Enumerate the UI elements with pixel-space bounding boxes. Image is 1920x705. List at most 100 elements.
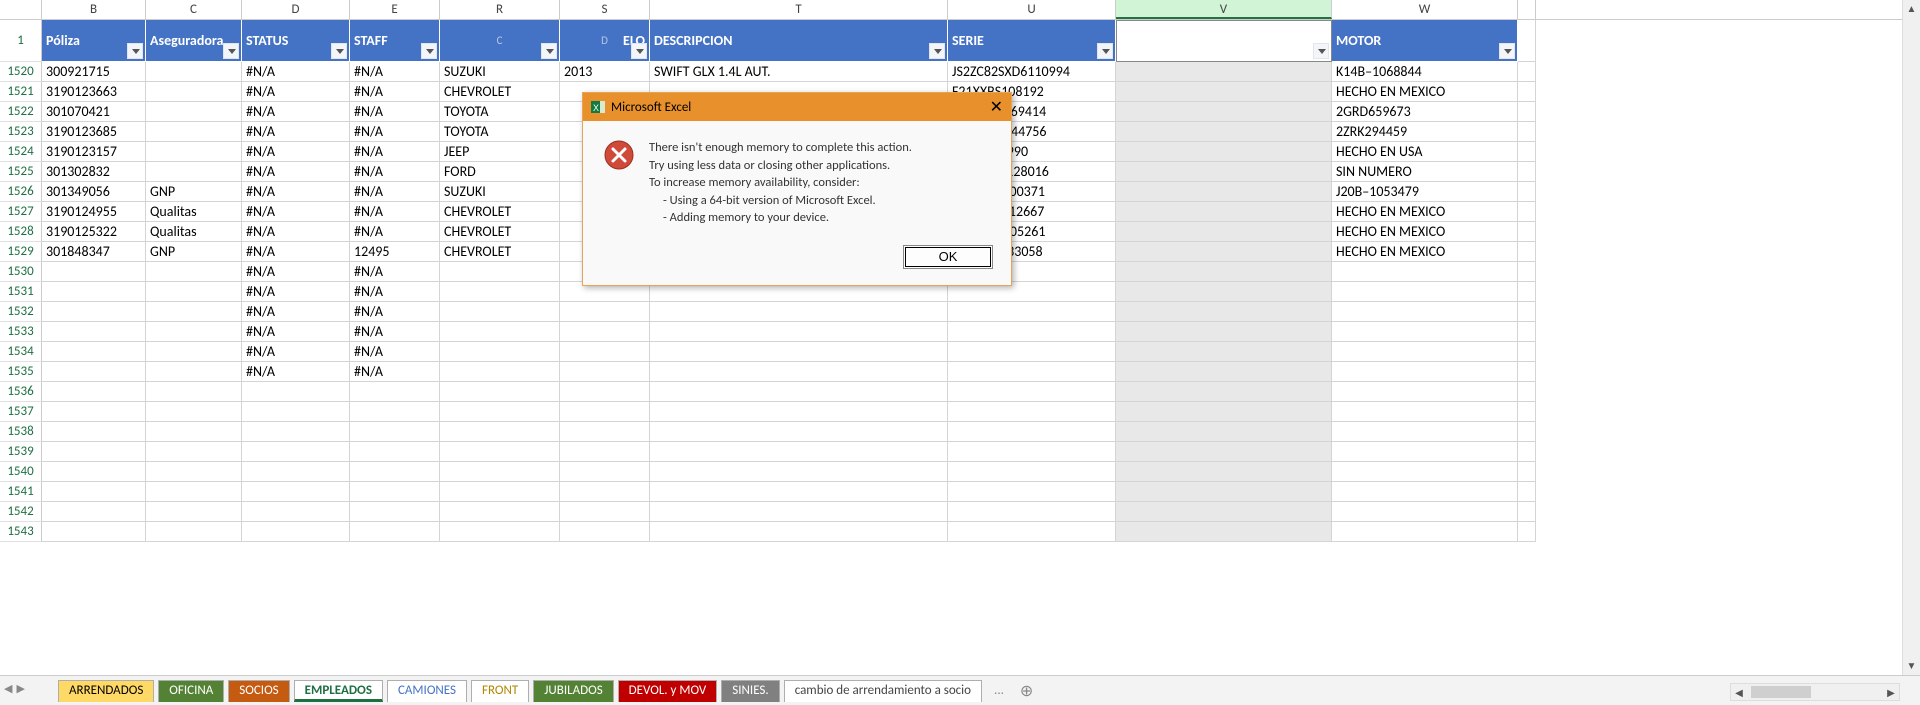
cell[interactable] — [440, 362, 560, 382]
cell[interactable]: #N/A — [242, 302, 350, 322]
cell[interactable]: SWIFT GLX 1.4L AUT. — [650, 62, 948, 82]
header-cell-R[interactable]: C — [440, 20, 560, 62]
sheet-tab-cambio[interactable]: cambio de arrendamiento a socio — [784, 680, 982, 702]
cell[interactable] — [42, 402, 146, 422]
cell[interactable]: #N/A — [350, 182, 440, 202]
cell[interactable] — [1518, 182, 1536, 202]
cell[interactable] — [440, 402, 560, 422]
cell[interactable] — [948, 402, 1116, 422]
col-header-E[interactable]: E — [350, 0, 440, 19]
cell[interactable] — [1116, 322, 1332, 342]
cell[interactable] — [146, 142, 242, 162]
cell[interactable] — [1332, 502, 1518, 522]
cell[interactable] — [650, 322, 948, 342]
cell[interactable] — [1518, 502, 1536, 522]
cell[interactable] — [1518, 402, 1536, 422]
cell[interactable] — [42, 442, 146, 462]
cell[interactable] — [650, 402, 948, 422]
filter-dropdown-icon[interactable] — [541, 43, 557, 59]
cell[interactable] — [1116, 282, 1332, 302]
cell[interactable] — [242, 382, 350, 402]
horizontal-scrollbar[interactable]: ◀▶ — [1730, 683, 1900, 701]
cell[interactable] — [42, 322, 146, 342]
cell[interactable] — [1332, 442, 1518, 462]
cell[interactable] — [242, 502, 350, 522]
row-header[interactable]: 1520 — [0, 62, 42, 82]
cell[interactable] — [1332, 262, 1518, 282]
cell[interactable] — [1116, 162, 1332, 182]
cell[interactable]: HECHO EN MEXICO — [1332, 242, 1518, 262]
cell[interactable] — [242, 422, 350, 442]
col-header-U[interactable]: U — [948, 0, 1116, 19]
cell[interactable] — [242, 402, 350, 422]
cell[interactable] — [146, 462, 242, 482]
cell[interactable] — [1116, 302, 1332, 322]
col-header-W[interactable]: W — [1332, 0, 1518, 19]
cell[interactable]: #N/A — [350, 322, 440, 342]
col-header-V[interactable]: V — [1116, 0, 1332, 19]
cell[interactable] — [560, 502, 650, 522]
cell[interactable] — [560, 342, 650, 362]
cell[interactable] — [948, 442, 1116, 462]
cell[interactable] — [1518, 322, 1536, 342]
cell[interactable] — [1116, 502, 1332, 522]
cell[interactable] — [440, 482, 560, 502]
cell[interactable]: #N/A — [242, 102, 350, 122]
cell[interactable]: TOYOTA — [440, 122, 560, 142]
filter-dropdown-icon[interactable] — [1313, 43, 1329, 59]
row-header[interactable]: 1528 — [0, 222, 42, 242]
cell[interactable] — [1518, 362, 1536, 382]
cell[interactable] — [650, 442, 948, 462]
cell[interactable]: #N/A — [242, 222, 350, 242]
header-cell-C[interactable]: Aseguradora — [146, 20, 242, 62]
cell[interactable] — [42, 362, 146, 382]
cell[interactable]: CHEVROLET — [440, 222, 560, 242]
cell[interactable] — [42, 422, 146, 442]
cell[interactable] — [440, 422, 560, 442]
cell[interactable]: #N/A — [350, 362, 440, 382]
cell[interactable] — [948, 502, 1116, 522]
cell[interactable] — [650, 462, 948, 482]
cell[interactable] — [1116, 262, 1332, 282]
cell[interactable] — [42, 382, 146, 402]
new-sheet-button[interactable]: ⊕ — [1012, 681, 1041, 701]
cell[interactable]: 300921715 — [42, 62, 146, 82]
cell[interactable]: GNP — [146, 242, 242, 262]
scroll-down-arrow[interactable] — [1903, 657, 1920, 675]
cell[interactable] — [1518, 82, 1536, 102]
cell[interactable]: HECHO EN MEXICO — [1332, 222, 1518, 242]
cell[interactable]: GNP — [146, 182, 242, 202]
cell[interactable] — [560, 362, 650, 382]
cell[interactable]: #N/A — [242, 262, 350, 282]
cell[interactable] — [1116, 82, 1332, 102]
row-header[interactable]: 1525 — [0, 162, 42, 182]
row-header[interactable]: 1542 — [0, 502, 42, 522]
cell[interactable] — [440, 502, 560, 522]
cell[interactable] — [242, 442, 350, 462]
tabs-overflow[interactable]: ... — [986, 683, 1012, 698]
row-header[interactable]: 1539 — [0, 442, 42, 462]
row-header[interactable]: 1543 — [0, 522, 42, 542]
row-header[interactable]: 1538 — [0, 422, 42, 442]
cell[interactable] — [1116, 362, 1332, 382]
cell[interactable] — [1332, 462, 1518, 482]
cell[interactable] — [350, 382, 440, 402]
cell[interactable] — [1116, 202, 1332, 222]
cell[interactable] — [1518, 62, 1536, 82]
sheet-tab-ofi[interactable]: OFICINA — [158, 680, 224, 702]
cell[interactable] — [1518, 302, 1536, 322]
header-cell-S[interactable]: ELOD — [560, 20, 650, 62]
header-cell-W[interactable]: MOTOR — [1332, 20, 1518, 62]
cell[interactable] — [1518, 162, 1536, 182]
cell[interactable] — [146, 262, 242, 282]
cell[interactable] — [1116, 182, 1332, 202]
cell[interactable] — [560, 322, 650, 342]
cell[interactable] — [560, 382, 650, 402]
cell[interactable] — [1332, 342, 1518, 362]
filter-dropdown-icon[interactable] — [1097, 43, 1113, 59]
cell[interactable]: CHEVROLET — [440, 82, 560, 102]
sheet-tab-emp[interactable]: EMPLEADOS — [294, 680, 383, 702]
cell[interactable]: #N/A — [242, 122, 350, 142]
cell[interactable]: #N/A — [350, 262, 440, 282]
cell[interactable] — [146, 102, 242, 122]
